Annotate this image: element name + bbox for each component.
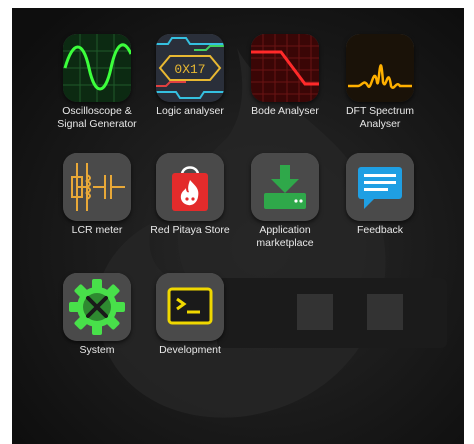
app-label: Application marketplace bbox=[256, 224, 314, 249]
app-label: Oscilloscope & Signal Generator bbox=[57, 105, 137, 130]
app-dft-spectrum[interactable]: DFT Spectrum Analyser bbox=[332, 34, 428, 131]
app-lcr-meter[interactable]: LCR meter bbox=[49, 153, 145, 237]
app-label: Red Pitaya Store bbox=[150, 224, 230, 236]
app-label: Logic analyser bbox=[156, 105, 224, 117]
store-bag-icon bbox=[156, 153, 224, 221]
app-oscilloscope[interactable]: Oscilloscope & Signal Generator bbox=[49, 34, 145, 131]
app-application-marketplace[interactable]: Application marketplace bbox=[237, 153, 333, 250]
app-label: Bode Analyser bbox=[251, 105, 319, 117]
app-launcher-screen: Oscilloscope & Signal Generator 0X17 Log… bbox=[12, 8, 464, 444]
logic-analyser-icon: 0X17 bbox=[156, 34, 224, 102]
app-label: Development bbox=[159, 344, 221, 356]
lcr-circuit-icon bbox=[63, 153, 131, 221]
app-label: Feedback bbox=[356, 224, 404, 236]
app-logic-analyser[interactable]: 0X17 Logic analyser bbox=[142, 34, 238, 118]
terminal-icon bbox=[156, 273, 224, 341]
app-label: LCR meter bbox=[71, 224, 123, 236]
spectrum-icon bbox=[346, 34, 414, 102]
chat-bubble-icon bbox=[346, 153, 414, 221]
app-bode-analyser[interactable]: Bode Analyser bbox=[237, 34, 333, 118]
app-label: DFT Spectrum Analyser bbox=[345, 105, 415, 130]
app-feedback[interactable]: Feedback bbox=[332, 153, 428, 237]
bode-plot-icon bbox=[251, 34, 319, 102]
oscilloscope-icon bbox=[63, 34, 131, 102]
settings-tools-icon bbox=[63, 273, 131, 341]
download-icon bbox=[251, 153, 319, 221]
app-development[interactable]: Development bbox=[142, 273, 238, 357]
app-red-pitaya-store[interactable]: Red Pitaya Store bbox=[142, 153, 238, 237]
app-label: System bbox=[79, 344, 115, 356]
svg-text:0X17: 0X17 bbox=[174, 62, 205, 77]
app-system[interactable]: System bbox=[49, 273, 145, 357]
